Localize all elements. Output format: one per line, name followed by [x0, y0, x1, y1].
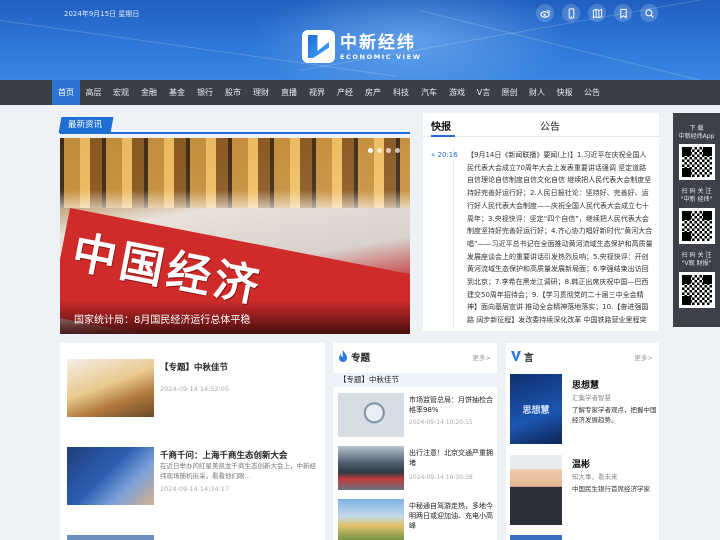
nav-item[interactable]: V言: [471, 80, 496, 105]
topic-card: 专题 更多> 【专题】中秋佳节 市场监管总局：月饼抽检合格率98% 2024-0…: [333, 343, 497, 540]
news-list: 【专题】中秋佳节 2024-09-14 14:52:05 千商千问：上海千商生态…: [60, 343, 325, 540]
nav-item[interactable]: 视界: [303, 80, 331, 105]
nav-item[interactable]: 宏观: [107, 80, 135, 105]
column-cover-thumb[interactable]: 思想慧: [510, 374, 562, 444]
flash-text[interactable]: 【9月14日《新闻联播》要闻(上)】1.习近平在庆祝全国人民代表大会成立70周年…: [467, 149, 653, 327]
opinion-title: 言: [524, 353, 534, 364]
tab-announcement[interactable]: 公告: [540, 118, 560, 133]
column-cover-text: 思想慧: [522, 405, 550, 416]
search-icon[interactable]: [640, 4, 658, 22]
topic-item-title[interactable]: 出行注意！北京交通严重拥堵: [409, 448, 495, 468]
qr-wechat-label: 扫 码 关 注 "中新 经纬": [680, 188, 713, 203]
feature-carousel[interactable]: 中国经济 国家统计局：8月国民经济运行总体平稳: [60, 138, 410, 334]
nav-item[interactable]: 公告: [578, 80, 606, 105]
nav-item[interactable]: 银行: [191, 80, 219, 105]
carousel-dots[interactable]: [368, 148, 400, 153]
qr-sidebar: 下 载 中新经纬App 扫 码 关 注 "中新 经纬" 扫 码 关 注 "V观 …: [673, 113, 720, 327]
qr-wechat-icon: [679, 208, 715, 244]
opinion-name[interactable]: 温彬: [572, 457, 590, 470]
latest-news-tag: 最新资讯: [58, 117, 114, 133]
header-banner: 2024年9月15日 星期日 中新经纬 ECONOMIC VIEW: [0, 0, 720, 80]
nav-item[interactable]: 原创: [496, 80, 523, 105]
nav-item[interactable]: 科技: [387, 80, 415, 105]
news-item-time: 2024-09-14 14:52:05: [160, 385, 230, 393]
nav-item[interactable]: 基金: [163, 80, 191, 105]
logo-chinese-name: 中新经纬: [340, 32, 416, 53]
qr-report-label: 扫 码 关 注 "V观 财报": [681, 252, 712, 267]
topic-item-title[interactable]: 市场监管总局：月饼抽检合格率98%: [409, 395, 495, 415]
bookmark-icon[interactable]: [614, 4, 632, 22]
topic-more-link[interactable]: 更多>: [473, 352, 491, 362]
opinion-role: 汇集学者智慧: [572, 394, 611, 402]
topic-item-time: 2024-09-14 16:30:38: [409, 474, 473, 481]
opinion-role: 知大事，看未来: [572, 473, 618, 481]
flame-icon: [339, 350, 347, 362]
feature-caption[interactable]: 国家统计局：8月国民经济运行总体平稳: [74, 311, 250, 326]
nav-item[interactable]: 首页: [52, 80, 80, 105]
qr-report-icon: [679, 272, 715, 308]
header-date: 2024年9月15日 星期日: [64, 10, 140, 18]
news-item-title[interactable]: 【专题】中秋佳节: [160, 361, 228, 373]
qr-app-label: 下 载 中新经纬App: [678, 125, 715, 140]
flash-panel: 快报 公告 « 20:16 【9月14日《新闻联播》要闻(上)】1.习近平在庆祝…: [423, 113, 659, 331]
nav-item[interactable]: 产经: [331, 80, 359, 105]
nav-item[interactable]: 金融: [135, 80, 163, 105]
opinion-card: 言 更多> 思想慧 思想慧 汇集学者智慧 了解专家学者观点，把握中国经济发展趋势…: [506, 343, 659, 540]
avatar[interactable]: [510, 455, 562, 525]
opinion-name[interactable]: 思想慧: [572, 378, 599, 391]
topic-subtitle[interactable]: 【专题】中秋佳节: [333, 373, 497, 387]
tab-flash[interactable]: 快报: [431, 118, 451, 133]
nav-item[interactable]: 高层: [80, 80, 107, 105]
news-thumb[interactable]: [67, 535, 154, 540]
abacus-image: [60, 138, 410, 208]
mooncake-thumb[interactable]: [67, 359, 154, 417]
nav-item[interactable]: 财人: [523, 80, 551, 105]
topic-item-title[interactable]: 中秘通自驾游走热，多地今明两日或迎加油、充电小高峰: [409, 501, 495, 531]
news-item-summary: 在近日举办的红星美凯龙千商生态创新大会上，中新经纬现场随机街采，看看他们眼...: [160, 462, 316, 480]
nav-item[interactable]: 理财: [247, 80, 275, 105]
opinion-more-link[interactable]: 更多>: [635, 352, 653, 362]
weibo-icon[interactable]: [536, 4, 554, 22]
nav-item[interactable]: 房产: [359, 80, 387, 105]
nav-item[interactable]: 直播: [275, 80, 303, 105]
topic-title: 专题: [351, 353, 371, 364]
column-thumb[interactable]: [510, 535, 562, 540]
mobile-icon[interactable]: [562, 4, 580, 22]
nav-item[interactable]: 快报: [551, 80, 578, 105]
nav-item[interactable]: 汽车: [415, 80, 443, 105]
site-logo[interactable]: 中新经纬 ECONOMIC VIEW: [302, 30, 421, 63]
news-item-time: 2024-09-14 14:34:17: [160, 485, 230, 493]
highway-thumb[interactable]: [338, 499, 404, 540]
map-icon[interactable]: [588, 4, 606, 22]
opinion-desc: 了解专家学者观点，把握中国经济发展趋势。: [572, 406, 657, 424]
news-item-title[interactable]: 千商千问：上海千商生态创新大会: [160, 449, 288, 461]
nav-item[interactable]: 股市: [219, 80, 247, 105]
opinion-desc: 中国民生银行首席经济学家: [572, 485, 650, 493]
main-nav: 首页 高层 宏观 金融 基金 银行 股市 理财 直播 视界 产经 房产 科技 汽车 游戏 V言 原创 财人 快报 公告: [0, 80, 720, 105]
topic-item-time: 2024-09-14 10:20:15: [409, 419, 473, 426]
logo-english-name: ECONOMIC VIEW: [340, 52, 422, 61]
traffic-thumb[interactable]: [338, 446, 404, 490]
nav-item[interactable]: 游戏: [443, 80, 471, 105]
qr-app-icon: [679, 144, 715, 180]
logo-mark-icon: [302, 30, 335, 63]
forum-thumb[interactable]: [67, 447, 154, 505]
v-icon: [511, 351, 521, 361]
magnifier-thumb[interactable]: [338, 393, 404, 437]
